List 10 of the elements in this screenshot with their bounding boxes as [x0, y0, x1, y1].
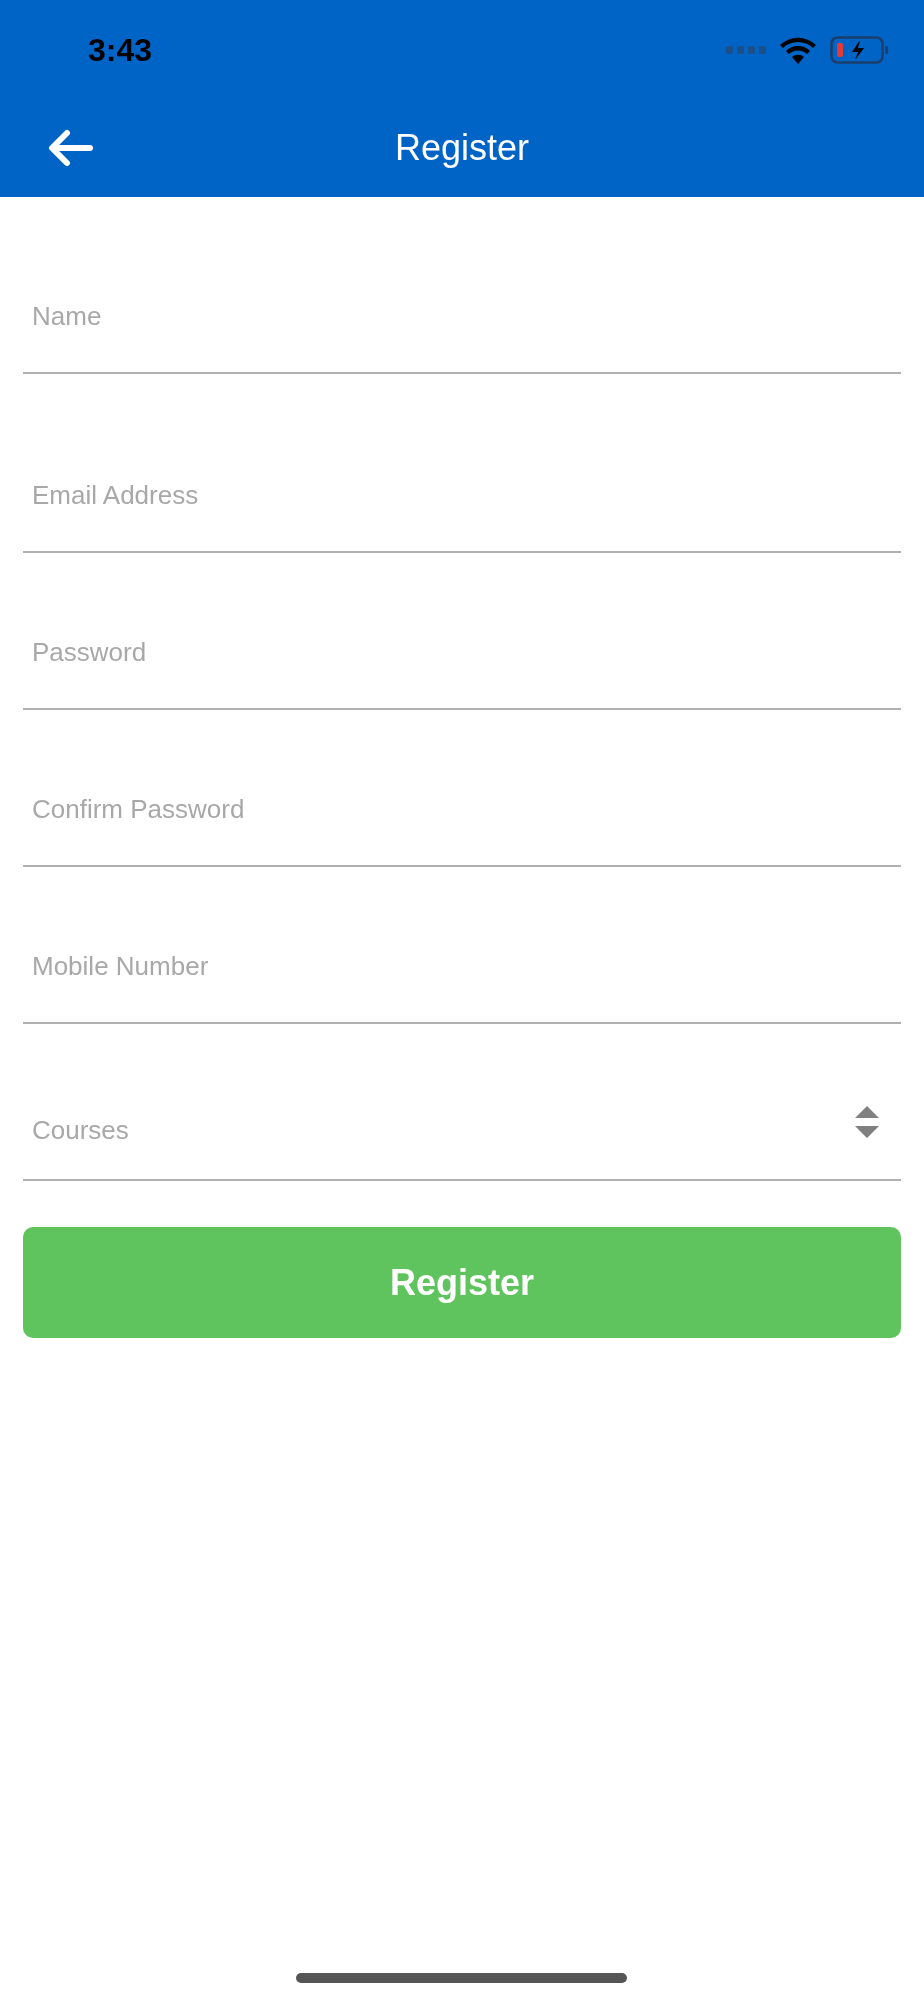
courses-select[interactable]: Courses [23, 1068, 901, 1181]
select-placeholder: Courses [32, 1114, 130, 1147]
sort-icon [854, 1104, 880, 1139]
signal-icon [726, 46, 766, 54]
status-time: 3:43 [88, 31, 153, 70]
wifi-icon [780, 36, 816, 64]
header-title: Register [394, 125, 530, 170]
register-button[interactable]: Register [23, 1227, 901, 1338]
battery-icon [830, 36, 888, 64]
back-arrow-icon [47, 129, 93, 167]
